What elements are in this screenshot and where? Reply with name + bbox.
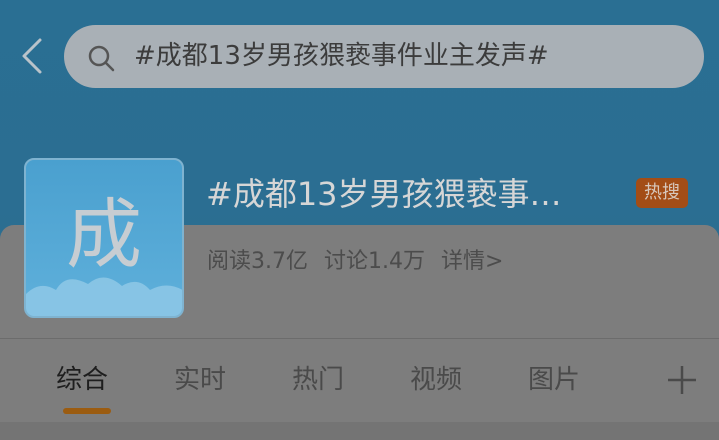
details-link[interactable]: 详情> [441, 246, 503, 278]
tab-video[interactable]: 视频 [410, 360, 462, 400]
tab-realtime[interactable]: 实时 [174, 360, 226, 400]
topic-title: #成都13岁男孩猥亵事… [206, 175, 562, 213]
back-chevron-icon [22, 38, 42, 74]
search-input[interactable]: #成都13岁男孩猥亵事件业主发声# [134, 39, 549, 73]
plus-icon[interactable] [666, 360, 698, 400]
read-count: 阅读3.7亿 [207, 249, 308, 274]
feed-top-edge [0, 422, 719, 440]
tab-comprehensive[interactable]: 综合 [56, 360, 108, 400]
topic-stats: 阅读3.7亿 讨论1.4万 详情> [207, 246, 503, 278]
active-tab-indicator [63, 408, 111, 414]
search-bar[interactable]: #成都13岁男孩猥亵事件业主发声# [64, 25, 704, 88]
tab-images[interactable]: 图片 [528, 360, 580, 400]
discussion-count: 讨论1.4万 [324, 249, 425, 274]
cloud-decoration-icon [26, 277, 182, 316]
divider [0, 338, 719, 339]
topic-avatar: 成 [24, 158, 184, 318]
hot-search-badge: 热搜 [636, 178, 688, 208]
search-icon [88, 45, 115, 72]
back-button[interactable] [14, 34, 50, 78]
tab-hot[interactable]: 热门 [292, 360, 344, 400]
